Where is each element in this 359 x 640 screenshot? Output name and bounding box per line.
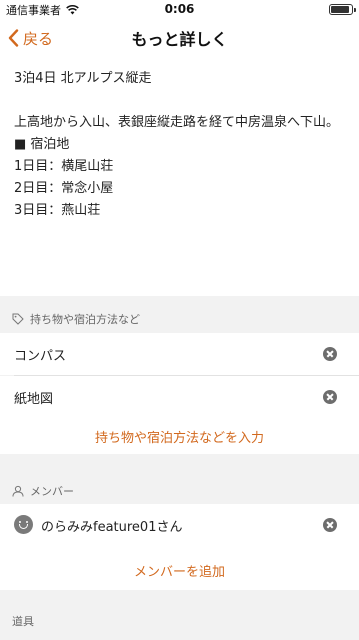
battery-level: [331, 6, 349, 13]
avatar-eye: [19, 521, 21, 523]
tag-icon: [12, 313, 24, 325]
members-section: メンバー のらみみfeature01さん メンバーを追加: [0, 454, 359, 590]
item-label: 紙地図: [14, 392, 54, 407]
item-row-paper-map[interactable]: 紙地図: [0, 376, 359, 418]
items-section: 持ち物や宿泊方法など コンパス 紙地図 持ち物や宿泊方法などを入力: [0, 296, 359, 454]
members-section-header: メンバー: [12, 483, 74, 499]
avatar-eye: [26, 521, 28, 523]
battery-icon: [329, 4, 356, 15]
plan-description[interactable]: 3泊4日 北アルプス縦走 上高地から入山、表銀座縦走路を経て中房温泉へ下山。 ■…: [14, 68, 354, 222]
person-icon: [12, 485, 24, 497]
tools-section: 道具: [0, 590, 359, 640]
avatar: [14, 515, 33, 534]
page-title: もっと詳しく: [131, 30, 228, 49]
screen: 通信事業者 0:06 戻る もっと詳しく 3泊4日 北アルプス縦走 上高地から入…: [0, 0, 359, 640]
plan-summary-line: 上高地から入山、表銀座縦走路を経て中房温泉へ下山。: [14, 115, 340, 130]
add-item-row: 持ち物や宿泊方法などを入力: [0, 418, 359, 454]
lodging-day-3: 3日目：燕山荘: [14, 203, 101, 218]
status-time: 0:06: [164, 2, 195, 16]
lodging-header: ■ 宿泊地: [14, 137, 70, 152]
tools-section-header: 道具: [12, 613, 34, 629]
status-bar: 通信事業者 0:06: [0, 0, 359, 20]
items-section-title: 持ち物や宿泊方法など: [30, 313, 140, 326]
lodging-day-1: 1日目：横尾山荘: [14, 159, 114, 174]
remove-member-button[interactable]: [323, 518, 337, 532]
members-section-title: メンバー: [30, 485, 74, 498]
remove-item-button[interactable]: [323, 347, 337, 361]
member-row[interactable]: のらみみfeature01さん: [0, 504, 359, 546]
plan-title-line: 3泊4日 北アルプス縦走: [14, 71, 152, 86]
navigation-bar: 戻る もっと詳しく: [0, 20, 359, 56]
tools-section-title: 道具: [12, 615, 34, 628]
member-name: のらみみfeature01さん: [41, 520, 183, 535]
avatar-mouth: [19, 524, 28, 529]
item-label: コンパス: [14, 349, 67, 364]
items-section-header: 持ち物や宿泊方法など: [12, 311, 140, 327]
add-item-button[interactable]: 持ち物や宿泊方法などを入力: [0, 427, 359, 446]
add-member-row: メンバーを追加: [0, 546, 359, 590]
remove-item-button[interactable]: [323, 390, 337, 404]
item-row-compass[interactable]: コンパス: [0, 333, 359, 375]
add-member-button[interactable]: メンバーを追加: [0, 561, 359, 580]
lodging-day-2: 2日目：常念小屋: [14, 181, 114, 196]
